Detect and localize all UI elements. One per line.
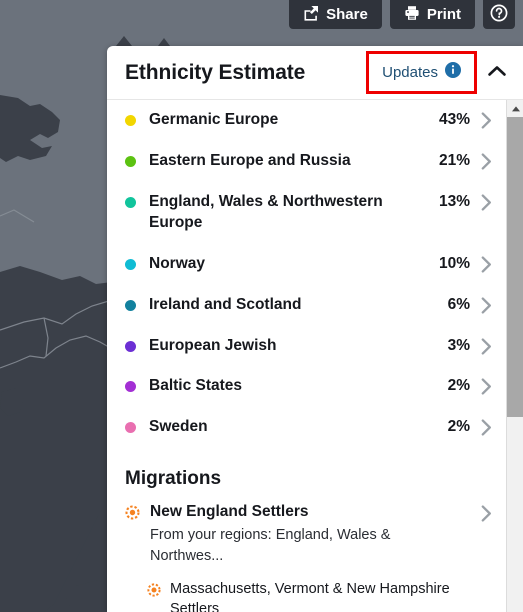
- migrations-heading: Migrations: [125, 468, 222, 490]
- print-button-label: Print: [426, 6, 461, 23]
- ethnicity-name: European Jewish: [149, 336, 277, 354]
- ethnicity-row-ireland-and-scotland[interactable]: Ireland and Scotland 6%: [125, 285, 506, 326]
- ethnicity-name: Eastern Europe and Russia: [149, 151, 351, 169]
- share-button[interactable]: Share: [289, 0, 382, 29]
- migration-subitem-title: Massachusetts, Vermont & New Hampshire S…: [170, 581, 450, 612]
- page-title: Ethnicity Estimate: [125, 60, 306, 84]
- ethnicity-percent: 2%: [447, 377, 470, 395]
- migration-subtitle: From your regions: England, Wales & Nort…: [150, 527, 391, 564]
- chevron-right-icon[interactable]: [470, 502, 492, 522]
- share-button-label: Share: [326, 6, 368, 23]
- region-color-dot: [125, 258, 136, 270]
- panel-scrollbar[interactable]: [506, 100, 523, 612]
- top-toolbar: Share Print: [289, 0, 523, 29]
- updates-link[interactable]: Updates: [366, 51, 477, 94]
- chevron-right-icon[interactable]: [470, 417, 492, 436]
- ethnicity-row-sweden[interactable]: Sweden 2%: [125, 407, 506, 448]
- share-icon: [303, 5, 319, 24]
- migration-text-block: New England Settlers From your regions: …: [150, 502, 470, 566]
- ethnicity-name: England, Wales & Northwestern Europe: [149, 192, 383, 231]
- scroll-up-button[interactable]: [507, 100, 523, 117]
- ethnicity-percent: 13%: [438, 192, 470, 210]
- ethnicity-row-england-wales-northwestern-europe[interactable]: England, Wales & Northwestern Europe 13%: [125, 182, 506, 244]
- ethnicity-percent: 21%: [438, 151, 470, 169]
- print-button[interactable]: Print: [389, 0, 475, 29]
- ethnicity-percent: 2%: [447, 418, 470, 436]
- region-color-dot: [125, 196, 136, 208]
- printer-icon: [404, 5, 420, 24]
- chevron-right-icon[interactable]: [470, 254, 492, 273]
- ethnicity-list: Germanic Europe 43% Eastern Europe and R…: [107, 100, 506, 612]
- panel-header: Ethnicity Estimate Updates: [107, 46, 523, 100]
- chevron-right-icon[interactable]: [470, 192, 492, 211]
- ethnicity-name: Sweden: [149, 418, 208, 436]
- help-button[interactable]: [483, 0, 515, 29]
- migration-subrow-massachusetts-vermont-new-hampshire-settlers[interactable]: Massachusetts, Vermont & New Hampshire S…: [125, 568, 506, 612]
- chevron-up-icon: [487, 64, 507, 81]
- migration-marker-icon: [125, 505, 140, 525]
- scroll-up-arrow-icon: [511, 101, 521, 116]
- ethnicity-map-screen: Share Print Ethnicity Estimate Updates G…: [0, 0, 523, 612]
- ethnicity-percent: 3%: [447, 336, 470, 354]
- ethnicity-row-european-jewish[interactable]: European Jewish 3%: [125, 326, 506, 367]
- ethnicity-row-germanic-europe[interactable]: Germanic Europe 43%: [125, 100, 506, 141]
- panel-scroll-body: Germanic Europe 43% Eastern Europe and R…: [107, 100, 523, 612]
- ethnicity-percent: 6%: [447, 295, 470, 313]
- scrollbar-thumb[interactable]: [507, 117, 523, 417]
- chevron-right-icon[interactable]: [470, 295, 492, 314]
- migration-marker-icon: [147, 583, 161, 602]
- chevron-right-icon[interactable]: [470, 336, 492, 355]
- collapse-panel-button[interactable]: [481, 62, 509, 83]
- ethnicity-percent: 43%: [438, 111, 470, 128]
- region-color-dot: [125, 340, 136, 352]
- updates-link-label: Updates: [382, 64, 438, 81]
- region-color-dot: [125, 155, 136, 167]
- ethnicity-percent: 10%: [438, 254, 470, 272]
- ethnicity-row-baltic-states[interactable]: Baltic States 2%: [125, 366, 506, 407]
- chevron-right-icon[interactable]: [470, 110, 492, 129]
- region-color-dot: [125, 422, 136, 434]
- region-color-dot: [125, 381, 136, 393]
- chevron-right-icon[interactable]: [470, 376, 492, 396]
- ethnicity-name: Germanic Europe: [149, 111, 279, 128]
- ethnicity-row-norway[interactable]: Norway 10%: [125, 244, 506, 285]
- ethnicity-row-eastern-europe-and-russia[interactable]: Eastern Europe and Russia 21%: [125, 141, 506, 182]
- question-mark-icon: [490, 4, 508, 25]
- ethnicity-name: Baltic States: [149, 377, 243, 395]
- chevron-right-icon[interactable]: [470, 151, 492, 170]
- migration-row-new-england-settlers[interactable]: New England Settlers From your regions: …: [125, 494, 506, 568]
- region-color-dot: [125, 299, 136, 311]
- ethnicity-name: Ireland and Scotland: [149, 295, 302, 313]
- ethnicity-name: Norway: [149, 254, 205, 272]
- ethnicity-estimate-panel: Ethnicity Estimate Updates Germanic Euro…: [107, 46, 523, 612]
- migration-title: New England Settlers: [150, 503, 309, 521]
- region-color-dot: [125, 115, 136, 126]
- info-circle-icon[interactable]: [445, 62, 461, 83]
